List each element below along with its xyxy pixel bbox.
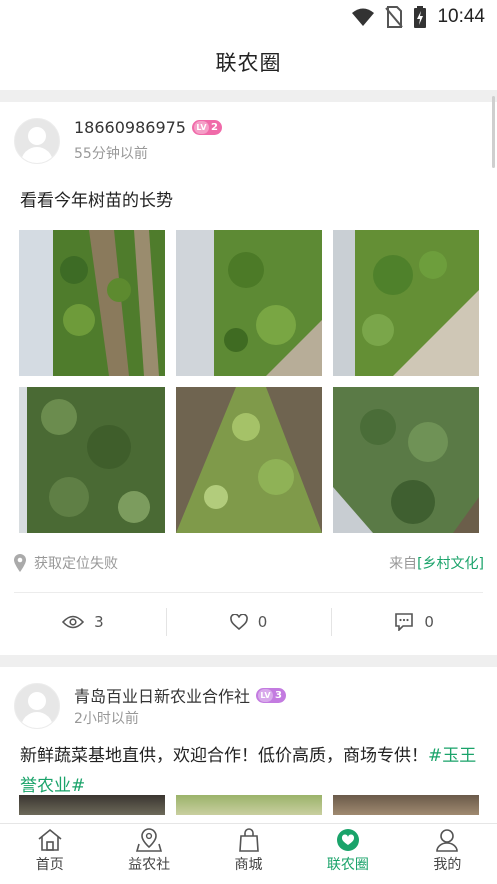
post-photo[interactable] bbox=[176, 387, 322, 533]
photo-grid bbox=[19, 230, 479, 534]
shopping-bag-icon bbox=[238, 828, 259, 852]
level-number: 3 bbox=[275, 689, 282, 701]
tab-yinongshe[interactable]: 益农社 bbox=[99, 824, 198, 884]
photo-grid bbox=[19, 795, 479, 815]
post-author[interactable]: 青岛百业日新农业合作社 LV 3 bbox=[74, 683, 286, 707]
post-author-name: 18660986975 bbox=[74, 118, 186, 137]
feed-gap bbox=[0, 90, 497, 102]
no-sim-icon bbox=[385, 6, 404, 28]
like-button[interactable]: 0 bbox=[165, 602, 332, 642]
post-photo[interactable] bbox=[19, 387, 165, 533]
location-info: 获取定位失败 bbox=[14, 553, 118, 573]
battery-charging-icon bbox=[414, 6, 427, 28]
post-source: 来自[乡村文化] bbox=[389, 553, 484, 573]
status-time: 10:44 bbox=[437, 6, 485, 27]
post-photo[interactable] bbox=[333, 795, 479, 815]
post-text-body: 新鲜蔬菜基地直供，欢迎合作！低价高质，商场专供！ bbox=[20, 746, 428, 766]
scrollbar[interactable] bbox=[492, 96, 495, 168]
post-author-name: 青岛百业日新农业合作社 bbox=[74, 687, 251, 706]
bottom-tab-bar: 首页 益农社 商城 联农圈 我的 bbox=[0, 823, 497, 884]
home-icon bbox=[38, 828, 62, 851]
post-photo[interactable] bbox=[19, 795, 165, 815]
post-photo[interactable] bbox=[176, 230, 322, 376]
tab-home[interactable]: 首页 bbox=[0, 824, 99, 884]
location-text: 获取定位失败 bbox=[34, 556, 118, 572]
post-photo[interactable] bbox=[19, 230, 165, 376]
comments-count: 0 bbox=[424, 613, 434, 631]
level-prefix: LV bbox=[258, 688, 274, 702]
views-count: 3 bbox=[94, 613, 104, 631]
post-photo[interactable] bbox=[333, 387, 479, 533]
tab-label: 联农圈 bbox=[326, 857, 369, 873]
feed-gap bbox=[0, 655, 497, 667]
wifi-icon bbox=[352, 8, 375, 26]
post-photo[interactable] bbox=[176, 795, 322, 815]
views-counter[interactable]: 3 bbox=[0, 602, 166, 642]
post-card[interactable]: 青岛百业日新农业合作社 LV 3 2小时以前 新鲜蔬菜基地直供，欢迎合作！低价高… bbox=[0, 667, 497, 823]
tab-label: 我的 bbox=[433, 857, 462, 873]
tab-mall[interactable]: 商城 bbox=[199, 824, 298, 884]
likes-count: 0 bbox=[257, 613, 268, 631]
divider bbox=[14, 592, 483, 593]
avatar[interactable] bbox=[14, 118, 60, 164]
heart-icon bbox=[229, 614, 248, 630]
source-prefix: 来自 bbox=[389, 556, 418, 572]
post-author[interactable]: 18660986975 LV 2 bbox=[74, 118, 222, 137]
level-prefix: LV bbox=[193, 121, 209, 134]
tab-lianongquan[interactable]: 联农圈 bbox=[298, 824, 397, 884]
location-pin-icon bbox=[14, 554, 26, 572]
post-photo[interactable] bbox=[333, 230, 479, 376]
tab-label: 益农社 bbox=[128, 857, 171, 873]
post-actions: 3 0 0 bbox=[0, 602, 497, 642]
level-number: 2 bbox=[210, 122, 218, 133]
source-link[interactable]: [乡村文化] bbox=[417, 556, 484, 572]
top-nav-bar: 联农圈 bbox=[0, 34, 497, 90]
post-text: 看看今年树苗的长势 bbox=[20, 191, 173, 211]
heart-chat-icon bbox=[336, 829, 359, 851]
tab-label: 首页 bbox=[35, 857, 64, 873]
comment-button[interactable]: 0 bbox=[331, 602, 497, 642]
tab-mine[interactable]: 我的 bbox=[398, 824, 497, 884]
map-pin-icon bbox=[136, 828, 163, 852]
page-title: 联农圈 bbox=[215, 51, 282, 75]
comment-icon bbox=[395, 613, 414, 631]
level-badge: LV 3 bbox=[256, 687, 286, 703]
user-icon bbox=[436, 829, 459, 852]
avatar[interactable] bbox=[14, 683, 60, 729]
eye-icon bbox=[62, 615, 85, 629]
tab-label: 商城 bbox=[234, 857, 263, 873]
post-feed[interactable]: 18660986975 LV 2 55分钟以前 看看今年树苗的长势 获取定位失败… bbox=[0, 90, 497, 823]
post-time: 2小时以前 bbox=[74, 711, 139, 727]
status-bar: 10:44 bbox=[0, 0, 497, 34]
post-time: 55分钟以前 bbox=[74, 146, 148, 162]
status-icons: 10:44 bbox=[351, 6, 485, 28]
post-text: 新鲜蔬菜基地直供，欢迎合作！低价高质，商场专供！#玉王誉农业# bbox=[20, 741, 481, 801]
post-card[interactable]: 18660986975 LV 2 55分钟以前 看看今年树苗的长势 获取定位失败… bbox=[0, 102, 497, 655]
level-badge: LV 2 bbox=[191, 120, 222, 135]
